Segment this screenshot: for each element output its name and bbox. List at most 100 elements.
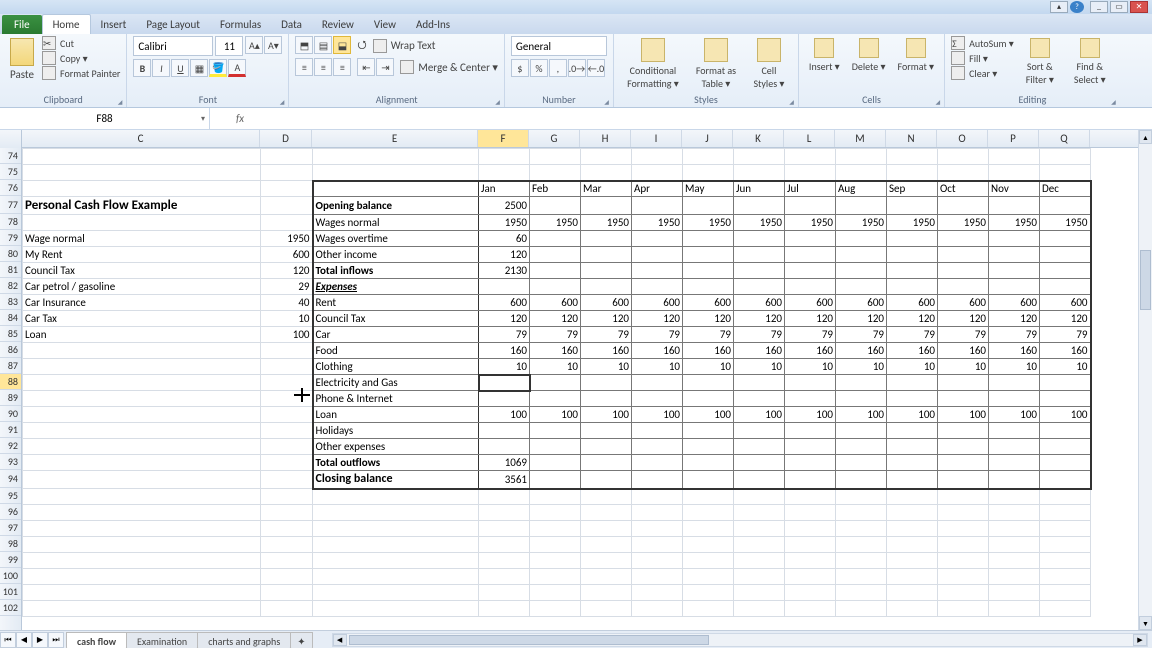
percent-button[interactable]: % xyxy=(530,59,548,77)
cell-C87[interactable] xyxy=(23,359,261,375)
cell-E76[interactable] xyxy=(313,181,479,197)
cell-I80[interactable] xyxy=(632,247,683,263)
border-button[interactable]: ▦ xyxy=(190,59,208,77)
cell-L94[interactable] xyxy=(785,471,836,489)
cell-J94[interactable] xyxy=(683,471,734,489)
cell-M76[interactable]: Aug xyxy=(836,181,887,197)
cell-M78[interactable]: 1950 xyxy=(836,215,887,231)
cell-I100[interactable] xyxy=(632,569,683,585)
cell-H86[interactable]: 160 xyxy=(581,343,632,359)
cell-P99[interactable] xyxy=(989,553,1040,569)
cell-F75[interactable] xyxy=(479,165,530,181)
cell-Q87[interactable]: 10 xyxy=(1040,359,1091,375)
cell-K88[interactable] xyxy=(734,375,785,391)
cell-K82[interactable] xyxy=(734,279,785,295)
cell-Q84[interactable]: 120 xyxy=(1040,311,1091,327)
clear-button[interactable]: Clear ▾ xyxy=(951,66,1014,80)
cell-H88[interactable] xyxy=(581,375,632,391)
cell-I85[interactable]: 79 xyxy=(632,327,683,343)
cell-H97[interactable] xyxy=(581,521,632,537)
cell-O94[interactable] xyxy=(938,471,989,489)
cell-P92[interactable] xyxy=(989,439,1040,455)
cell-Q96[interactable] xyxy=(1040,505,1091,521)
cell-F85[interactable]: 79 xyxy=(479,327,530,343)
cell-Q101[interactable] xyxy=(1040,585,1091,601)
col-header-E[interactable]: E xyxy=(312,130,478,147)
cell-N101[interactable] xyxy=(887,585,938,601)
cell-F86[interactable]: 160 xyxy=(479,343,530,359)
cell-Q80[interactable] xyxy=(1040,247,1091,263)
font-color-button[interactable]: A xyxy=(228,59,246,77)
cell-P76[interactable]: Nov xyxy=(989,181,1040,197)
italic-button[interactable]: I xyxy=(152,59,170,77)
cell-L102[interactable] xyxy=(785,601,836,617)
row-header-81[interactable]: 81 xyxy=(0,262,21,278)
cell-J85[interactable]: 79 xyxy=(683,327,734,343)
cell-N99[interactable] xyxy=(887,553,938,569)
row-header-94[interactable]: 94 xyxy=(0,470,21,488)
cell-I92[interactable] xyxy=(632,439,683,455)
cell-G85[interactable]: 79 xyxy=(530,327,581,343)
cell-K91[interactable] xyxy=(734,423,785,439)
cell-D95[interactable] xyxy=(261,489,313,505)
cell-P90[interactable]: 100 xyxy=(989,407,1040,423)
cell-I91[interactable] xyxy=(632,423,683,439)
cell-M88[interactable] xyxy=(836,375,887,391)
cell-K97[interactable] xyxy=(734,521,785,537)
cell-C102[interactable] xyxy=(23,601,261,617)
cell-C81[interactable]: Council Tax xyxy=(23,263,261,279)
cell-L97[interactable] xyxy=(785,521,836,537)
cell-L76[interactable]: Jul xyxy=(785,181,836,197)
cell-L98[interactable] xyxy=(785,537,836,553)
cell-H100[interactable] xyxy=(581,569,632,585)
cell-P77[interactable] xyxy=(989,197,1040,215)
cell-P89[interactable] xyxy=(989,391,1040,407)
cell-E75[interactable] xyxy=(313,165,479,181)
cell-L78[interactable]: 1950 xyxy=(785,215,836,231)
cell-E86[interactable]: Food xyxy=(313,343,479,359)
cell-N86[interactable]: 160 xyxy=(887,343,938,359)
format-painter-button[interactable]: Format Painter xyxy=(42,66,120,80)
cell-J74[interactable] xyxy=(683,149,734,165)
cell-N92[interactable] xyxy=(887,439,938,455)
cell-D76[interactable] xyxy=(261,181,313,197)
cell-O82[interactable] xyxy=(938,279,989,295)
font-size-select[interactable] xyxy=(215,36,243,56)
cell-E84[interactable]: Council Tax xyxy=(313,311,479,327)
cell-L99[interactable] xyxy=(785,553,836,569)
cell-L92[interactable] xyxy=(785,439,836,455)
cell-K94[interactable] xyxy=(734,471,785,489)
cell-C96[interactable] xyxy=(23,505,261,521)
tab-insert[interactable]: Insert xyxy=(91,15,137,34)
name-box-dropdown-icon[interactable]: ▾ xyxy=(201,114,205,124)
cell-K87[interactable]: 10 xyxy=(734,359,785,375)
cell-H78[interactable]: 1950 xyxy=(581,215,632,231)
cell-N78[interactable]: 1950 xyxy=(887,215,938,231)
cell-Q88[interactable] xyxy=(1040,375,1091,391)
cell-Q93[interactable] xyxy=(1040,455,1091,471)
cell-O93[interactable] xyxy=(938,455,989,471)
cell-G75[interactable] xyxy=(530,165,581,181)
cell-K79[interactable] xyxy=(734,231,785,247)
cell-C101[interactable] xyxy=(23,585,261,601)
cell-K80[interactable] xyxy=(734,247,785,263)
cell-G79[interactable] xyxy=(530,231,581,247)
row-header-77[interactable]: 77 xyxy=(0,196,21,214)
cell-M80[interactable] xyxy=(836,247,887,263)
cell-C82[interactable]: Car petrol / gasoline xyxy=(23,279,261,295)
cell-J90[interactable]: 100 xyxy=(683,407,734,423)
cell-E102[interactable] xyxy=(313,601,479,617)
cell-styles-button[interactable]: Cell Styles ▾ xyxy=(746,36,792,92)
cell-J82[interactable] xyxy=(683,279,734,295)
cell-H87[interactable]: 10 xyxy=(581,359,632,375)
cell-N83[interactable]: 600 xyxy=(887,295,938,311)
cell-L85[interactable]: 79 xyxy=(785,327,836,343)
cell-O80[interactable] xyxy=(938,247,989,263)
cell-F101[interactable] xyxy=(479,585,530,601)
cell-M92[interactable] xyxy=(836,439,887,455)
cell-G90[interactable]: 100 xyxy=(530,407,581,423)
cell-D86[interactable] xyxy=(261,343,313,359)
sheet-nav-last[interactable]: ⏭ xyxy=(48,632,64,648)
font-name-select[interactable] xyxy=(133,36,213,56)
cell-E100[interactable] xyxy=(313,569,479,585)
